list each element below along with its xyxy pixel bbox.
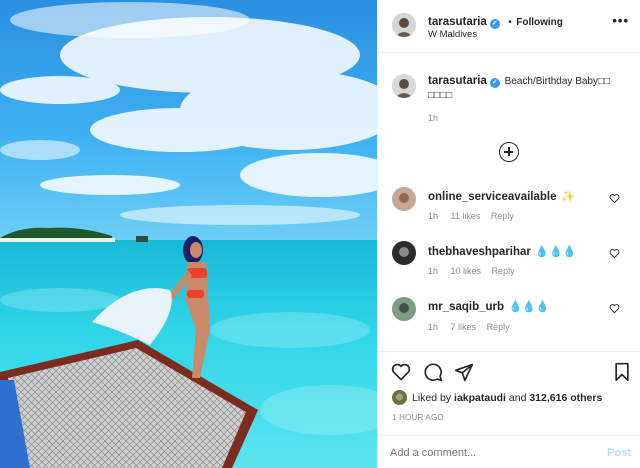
reply-button[interactable]: Reply — [491, 211, 514, 221]
likes-middle: and — [508, 392, 527, 404]
post-actions: Liked by iakpataudi and 312,616 others 1… — [378, 351, 640, 435]
dot-separator: • — [508, 17, 512, 28]
likes-summary: Liked by iakpataudi and 312,616 others — [412, 392, 602, 404]
likes-others[interactable]: 312,616 others — [529, 392, 602, 404]
post-details-panel: tarasutaria ✓ • Following W Maldives ••• … — [377, 0, 640, 468]
caption-time: 1h — [428, 113, 439, 123]
verified-badge-icon: ✓ — [489, 78, 500, 88]
heart-icon[interactable] — [391, 362, 411, 382]
comment-item: online_serviceavailable ✨ — [428, 187, 575, 205]
post-location[interactable]: W Maldives — [428, 29, 477, 40]
reply-button[interactable]: Reply — [492, 266, 515, 276]
comment-like-heart-icon[interactable] — [609, 248, 620, 259]
comment-likes[interactable]: 10 likes — [451, 266, 482, 276]
comment-text: 💧💧💧 — [508, 301, 550, 313]
comment-like-heart-icon[interactable] — [609, 193, 620, 204]
post-header: tarasutaria ✓ • Following W Maldives ••• — [378, 0, 640, 53]
comment-likes[interactable]: 11 likes — [451, 211, 481, 221]
commenter-avatar[interactable] — [392, 297, 416, 321]
liker-avatar[interactable] — [392, 390, 407, 405]
comment-meta: 1h 11 likes Reply — [428, 211, 514, 221]
post-photo[interactable] — [0, 0, 377, 468]
post-comment-button[interactable]: Post — [607, 447, 631, 459]
comment-time: 1h — [428, 266, 439, 276]
comment-text: ✨ — [560, 191, 575, 203]
add-comment-bar: Post — [378, 435, 640, 468]
reply-button[interactable]: Reply — [487, 322, 510, 332]
comment-username[interactable]: thebhaveshparihar — [428, 246, 531, 258]
comment-username[interactable]: online_serviceavailable — [428, 191, 557, 203]
post-timestamp[interactable]: 1 HOUR AGO — [392, 413, 444, 422]
comment-likes[interactable]: 7 likes — [451, 322, 477, 332]
instagram-post-view: tarasutaria ✓ • Following W Maldives ••• … — [0, 0, 640, 468]
comment-item: mr_saqib_urb 💧💧💧 — [428, 297, 550, 315]
caption-text-line1: Beach/Birthday Baby□□ — [504, 76, 611, 87]
author-line: tarasutaria ✓ • Following — [428, 12, 563, 30]
liker-username[interactable]: iakpataudi — [454, 392, 506, 404]
more-options-icon[interactable]: ••• — [612, 13, 629, 28]
commenter-avatar[interactable] — [392, 187, 416, 211]
bookmark-icon[interactable] — [613, 362, 631, 382]
likes-prefix: Liked by — [412, 392, 452, 404]
comment-icon[interactable] — [423, 362, 443, 382]
add-circle-icon[interactable] — [499, 142, 519, 162]
comment-time: 1h — [428, 322, 439, 332]
comment-like-heart-icon[interactable] — [609, 303, 620, 314]
caption-avatar[interactable] — [392, 74, 416, 98]
beach-photo-illustration — [0, 0, 377, 468]
caption-text-line2: □□□□ — [428, 90, 453, 101]
comment-meta: 1h 7 likes Reply — [428, 322, 510, 332]
add-comment-input[interactable] — [390, 443, 590, 463]
comment-username[interactable]: mr_saqib_urb — [428, 301, 504, 313]
author-username[interactable]: tarasutaria — [428, 16, 487, 28]
commenter-avatar[interactable] — [392, 241, 416, 265]
comment-item: thebhaveshparihar 💧💧💧 — [428, 242, 576, 260]
comment-time: 1h — [428, 211, 439, 221]
author-avatar[interactable] — [392, 13, 416, 37]
caption-username[interactable]: tarasutaria — [428, 75, 487, 87]
caption: tarasutaria ✓ Beach/Birthday Baby□□ □□□□ — [428, 74, 628, 103]
share-icon[interactable] — [454, 362, 474, 382]
comment-text: 💧💧💧 — [535, 246, 577, 258]
comment-meta: 1h 10 likes Reply — [428, 266, 515, 276]
verified-badge-icon: ✓ — [489, 19, 500, 29]
follow-status-button[interactable]: Following — [516, 17, 563, 28]
